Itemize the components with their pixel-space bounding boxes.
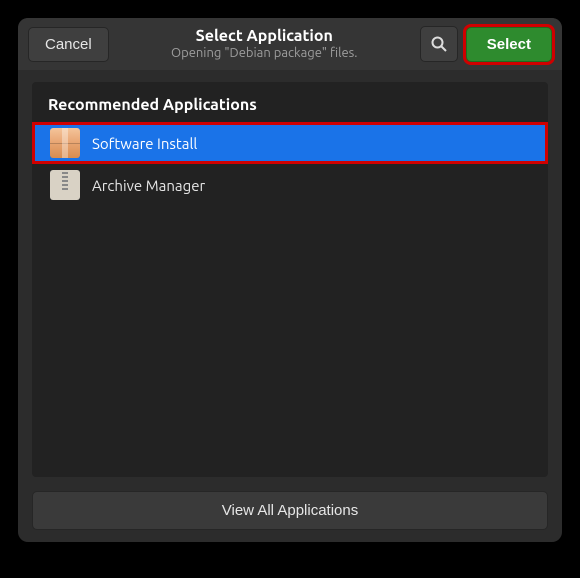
dialog-body: Recommended Applications Software Instal…	[32, 82, 548, 477]
select-application-dialog: Cancel Select Application Opening "Debia…	[18, 18, 562, 542]
app-item-label: Archive Manager	[92, 177, 205, 194]
search-icon	[430, 35, 448, 53]
dialog-footer: View All Applications	[18, 485, 562, 542]
dialog-subtitle: Opening "Debian package" files.	[117, 46, 412, 62]
cancel-button[interactable]: Cancel	[28, 27, 109, 62]
select-button[interactable]: Select	[466, 27, 552, 62]
dialog-header: Cancel Select Application Opening "Debia…	[18, 18, 562, 70]
view-all-applications-button[interactable]: View All Applications	[32, 491, 548, 530]
dialog-title: Select Application	[117, 27, 412, 46]
search-button[interactable]	[420, 26, 458, 62]
app-item-archive-manager[interactable]: Archive Manager	[32, 164, 548, 206]
app-item-software-install[interactable]: Software Install	[32, 122, 548, 164]
app-item-label: Software Install	[92, 135, 197, 152]
application-list: Software Install Archive Manager	[32, 122, 548, 477]
archive-icon	[50, 170, 80, 200]
header-title-group: Select Application Opening "Debian packa…	[117, 27, 412, 62]
recommended-heading: Recommended Applications	[32, 82, 548, 122]
package-icon	[50, 128, 80, 158]
